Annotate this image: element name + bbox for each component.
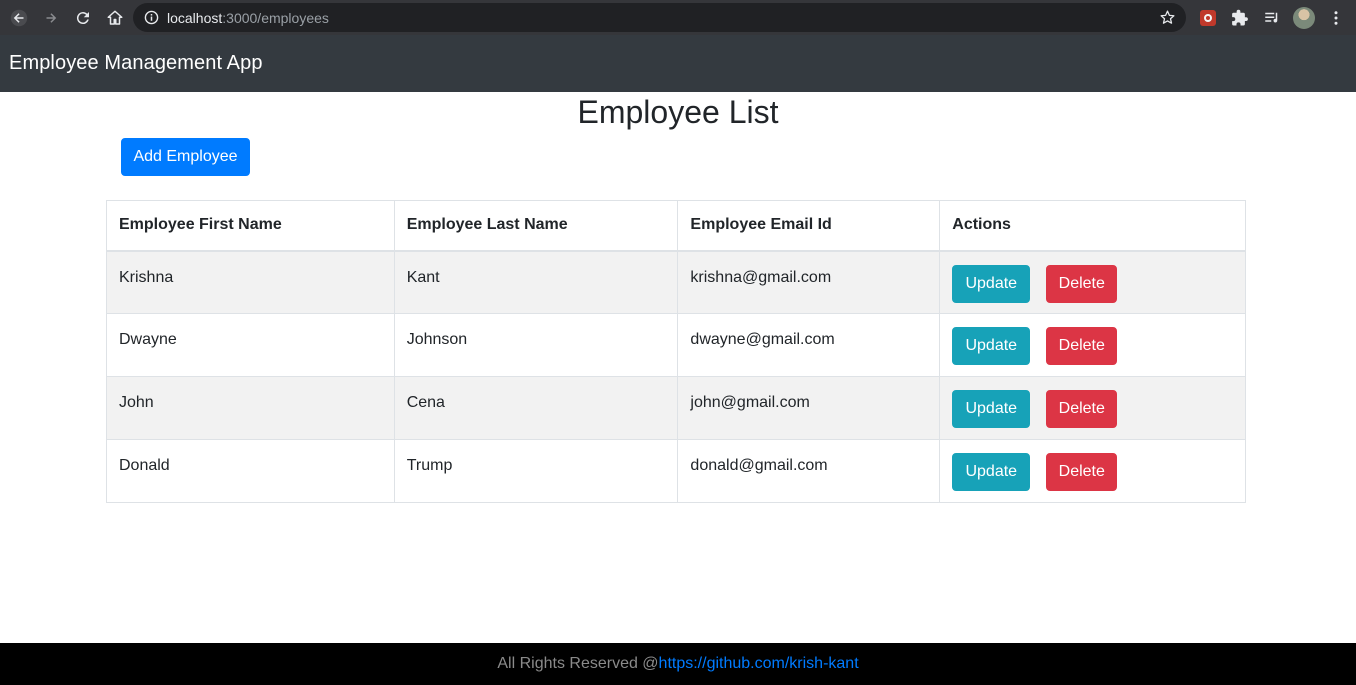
email-cell: dwayne@gmail.com [677,313,941,377]
table-row: Dwayne Johnson dwayne@gmail.com Update De… [106,313,1246,377]
footer-text: All Rights Reserved @ [497,655,659,672]
table-row: Krishna Kant krishna@gmail.com Update Del… [106,250,1246,314]
actions-cell: Update Delete [939,376,1246,440]
last-name-cell: Cena [393,376,679,440]
first-name-cell: Dwayne [106,313,395,377]
app-navbar: Employee Management App [0,35,1356,92]
reading-list-icon[interactable] [1260,6,1284,30]
delete-button[interactable]: Delete [1046,390,1118,428]
update-button[interactable]: Update [952,327,1031,365]
header-email: Employee Email Id [677,200,941,252]
email-cell: john@gmail.com [677,376,941,440]
forward-icon[interactable] [36,3,66,33]
menu-icon[interactable] [1324,6,1348,30]
table-header-row: Employee First Name Employee Last Name E… [106,200,1246,252]
last-name-cell: Kant [393,250,679,314]
delete-button[interactable]: Delete [1046,327,1118,365]
info-icon[interactable] [143,10,159,26]
reload-icon[interactable] [68,3,98,33]
actions-cell: Update Delete [939,439,1246,503]
email-cell: donald@gmail.com [677,439,941,503]
url-host: localhost [167,9,223,26]
update-button[interactable]: Update [952,453,1031,491]
url-text: localhost:3000/employees [167,10,329,26]
first-name-cell: John [106,376,395,440]
back-icon[interactable] [4,3,34,33]
delete-button[interactable]: Delete [1046,264,1118,303]
header-actions: Actions [939,200,1246,252]
page-footer: All Rights Reserved @ https://github.com/… [0,643,1356,685]
last-name-cell: Trump [393,439,679,503]
last-name-cell: Johnson [393,313,679,377]
table-row: John Cena john@gmail.com Update Delete [106,376,1246,440]
table-row: Donald Trump donald@gmail.com Update Dele… [106,439,1246,503]
address-bar[interactable]: localhost:3000/employees [133,3,1186,32]
extension-icon[interactable] [1196,6,1220,30]
actions-cell: Update Delete [939,250,1246,314]
home-icon[interactable] [100,3,130,33]
puzzle-icon[interactable] [1228,6,1252,30]
app-brand[interactable]: Employee Management App [9,52,263,75]
extensions-area [1196,0,1348,35]
update-button[interactable]: Update [952,390,1031,428]
browser-toolbar: localhost:3000/employees [0,0,1356,35]
footer-github-link[interactable]: https://github.com/krish-kant [659,655,859,673]
delete-button[interactable]: Delete [1046,453,1118,491]
update-button[interactable]: Update [952,264,1031,303]
page-title: Employee List [577,94,779,130]
employee-table: Employee First Name Employee Last Name E… [106,200,1246,503]
header-first-name: Employee First Name [106,200,395,252]
header-last-name: Employee Last Name [393,200,679,252]
url-path: :3000/employees [222,9,329,26]
profile-avatar[interactable] [1292,6,1316,30]
first-name-cell: Krishna [106,250,395,314]
email-cell: krishna@gmail.com [677,250,941,314]
add-employee-button[interactable]: Add Employee [121,138,250,176]
first-name-cell: Donald [106,439,395,503]
star-icon[interactable] [1159,9,1176,26]
actions-cell: Update Delete [939,313,1246,377]
